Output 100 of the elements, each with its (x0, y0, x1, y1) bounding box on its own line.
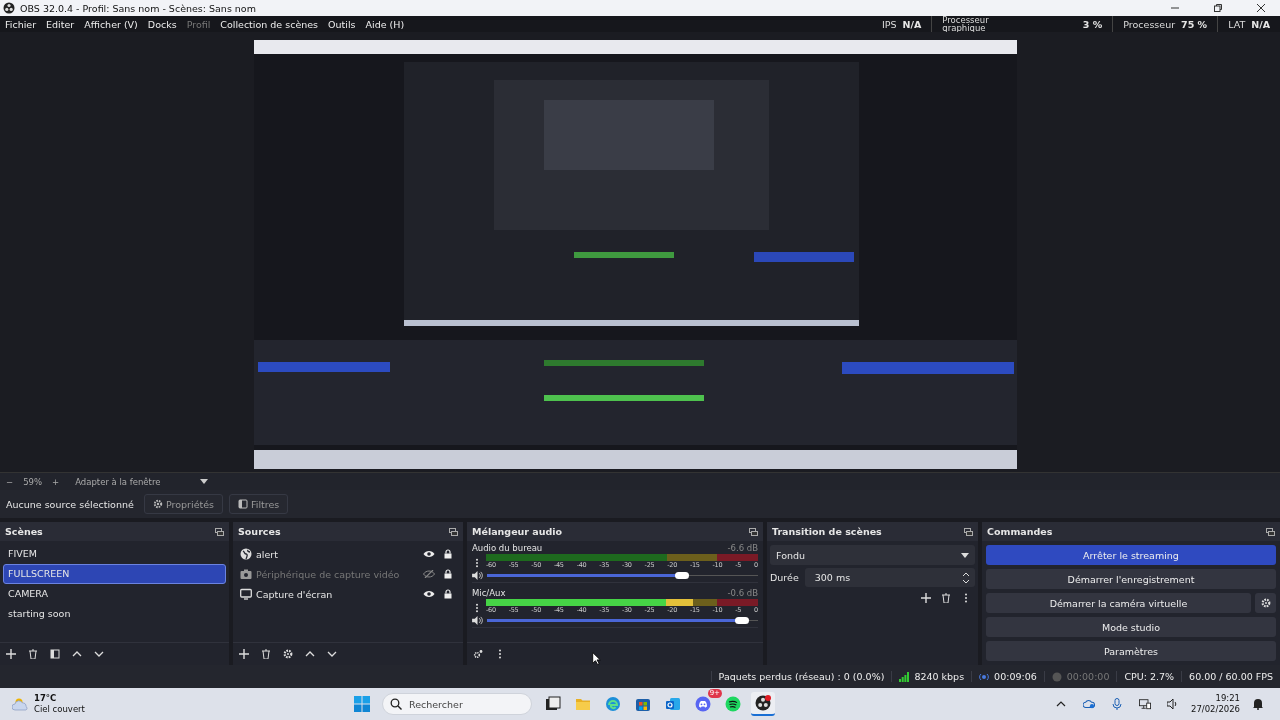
control-button[interactable]: Arrêter le streaming (986, 545, 1276, 565)
move-down-icon[interactable] (327, 649, 337, 659)
cloud-icon[interactable] (1083, 698, 1095, 710)
gear-icon (153, 499, 163, 509)
menu-item[interactable]: Docks (147, 18, 177, 30)
panel-title: Scènes (5, 526, 43, 537)
menu-item[interactable]: Collection de scènes (220, 18, 319, 30)
start-icon[interactable] (354, 696, 370, 712)
trash-icon[interactable] (261, 649, 271, 659)
filter-icon[interactable] (50, 649, 60, 659)
globe-icon (240, 548, 252, 560)
selected-source-label: Aucune source sélectionné (6, 498, 135, 510)
slider-thumb[interactable] (734, 617, 749, 624)
menu-item[interactable]: Outils (328, 18, 356, 30)
undock-icon[interactable] (964, 527, 973, 536)
volume-slider[interactable] (487, 616, 758, 625)
zoom-in-button[interactable]: + (52, 476, 60, 487)
clock-time[interactable]: 19:21 (1215, 693, 1240, 704)
scene-item[interactable]: FIVEM (3, 544, 226, 564)
record-time: 00:00:00 (1066, 671, 1110, 682)
hidden-eye-icon[interactable] (423, 570, 435, 578)
clock-date[interactable]: 27/02/2026 (1191, 704, 1240, 715)
music-app-icon (725, 696, 741, 712)
undock-icon[interactable] (215, 527, 224, 536)
speaker-icon[interactable] (1167, 698, 1179, 710)
undock-icon[interactable] (449, 527, 458, 536)
settings-icon[interactable] (283, 649, 293, 659)
channel-reading: -6.6 dB (727, 543, 758, 553)
undock-icon[interactable] (749, 527, 758, 536)
control-button[interactable]: Démarrer l'enregistrement (986, 569, 1276, 589)
source-name[interactable]: Capture d'écran (256, 588, 419, 600)
stat-value: N/A (1251, 18, 1270, 30)
caret-icon (200, 479, 209, 484)
fps-text: 60.00 / 60.00 FPS (1181, 671, 1280, 682)
mail-icon (665, 696, 681, 712)
lock-icon[interactable] (444, 589, 452, 599)
scene-item[interactable]: starting soon (3, 604, 226, 624)
move-up-icon[interactable] (72, 649, 82, 659)
lock-icon[interactable] (444, 549, 452, 559)
lock-icon[interactable] (444, 569, 452, 579)
trash-icon[interactable] (941, 593, 951, 603)
undock-icon[interactable] (1266, 527, 1275, 536)
channel-reading: -0.6 dB (727, 588, 758, 598)
add-icon[interactable] (239, 649, 249, 659)
stat-label: Processeur (1123, 18, 1176, 30)
control-button[interactable]: Mode studio (986, 617, 1276, 637)
stat-label: LAT (1228, 18, 1246, 30)
temperature: 17°C (34, 693, 58, 704)
settings-button[interactable] (1255, 593, 1276, 613)
obs-logo-icon (3, 2, 15, 14)
speaker-icon[interactable] (472, 571, 483, 580)
zoom-mode-dropdown[interactable]: Adapter à la fenêtre (69, 476, 215, 487)
move-up-icon[interactable] (305, 649, 315, 659)
weather-description: Ciel couvert (34, 704, 85, 715)
obs-logo-icon (755, 695, 771, 711)
microphone-icon[interactable] (1111, 698, 1123, 710)
stat-label: IPS (881, 18, 897, 30)
monitor-icon (240, 588, 252, 600)
volume-slider[interactable] (487, 571, 758, 580)
menu-item[interactable]: Editer (46, 18, 75, 30)
add-icon[interactable] (921, 593, 931, 603)
duration-spinbox[interactable]: 300 ms (804, 568, 975, 587)
add-icon[interactable] (6, 649, 16, 659)
search-field[interactable]: Rechercher (382, 693, 532, 715)
menu-item[interactable]: Afficher (V) (84, 18, 138, 30)
eye-icon[interactable] (423, 590, 435, 598)
slider-thumb[interactable] (675, 572, 690, 579)
panel-title: Commandes (987, 526, 1053, 537)
zoom-level: 59% (23, 476, 43, 487)
source-name[interactable]: alert (256, 548, 419, 560)
stat-value: 3 % (1082, 18, 1103, 30)
stat-value: N/A (902, 18, 922, 30)
transition-dropdown[interactable]: Fondu (770, 545, 975, 565)
channel-name: Audio du bureau (472, 543, 543, 553)
properties-button[interactable]: Propriétés (144, 494, 223, 514)
eye-icon[interactable] (423, 550, 435, 558)
restore-icon[interactable] (1213, 3, 1223, 13)
taskbar-app[interactable] (751, 692, 775, 716)
folder-icon (575, 696, 591, 712)
speaker-icon[interactable] (472, 616, 483, 625)
control-button[interactable]: Démarrer la caméra virtuelle (986, 593, 1251, 613)
panel-title: Mélangeur audio (472, 526, 563, 537)
trash-icon[interactable] (28, 649, 38, 659)
advanced-settings-icon[interactable] (473, 649, 483, 659)
menu-item[interactable]: Aide (H) (365, 18, 405, 30)
menu-item[interactable]: Fichier (5, 18, 37, 30)
record-icon (1051, 671, 1062, 682)
source-name[interactable]: Périphérique de capture vidéo (256, 568, 419, 580)
network-icon[interactable] (1139, 698, 1151, 710)
bell-icon[interactable] (1252, 698, 1264, 710)
filters-button[interactable]: Filtres (229, 494, 289, 514)
scene-item[interactable]: CAMERA (3, 584, 226, 604)
move-down-icon[interactable] (94, 649, 104, 659)
zoom-out-button[interactable]: − (6, 476, 14, 487)
close-icon[interactable] (1256, 3, 1266, 13)
scene-item[interactable]: FULLSCREEN (3, 564, 226, 584)
stream-time: 00:09:06 (994, 671, 1037, 682)
control-button[interactable]: Paramètres (986, 641, 1276, 661)
spin-arrows-icon[interactable] (962, 570, 970, 585)
search-icon (390, 698, 402, 710)
